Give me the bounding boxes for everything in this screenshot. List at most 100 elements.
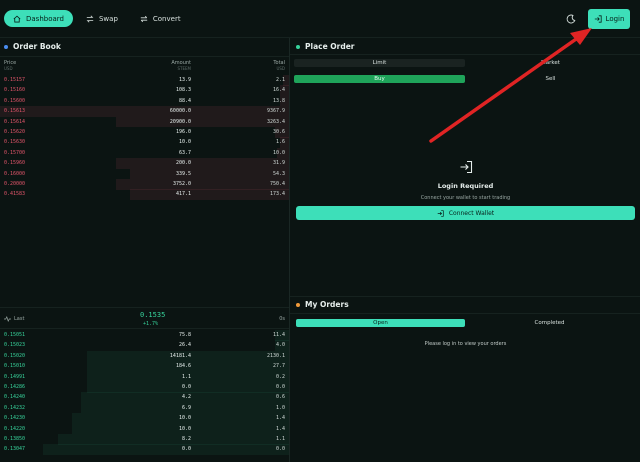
login-button[interactable]: Login	[588, 9, 630, 29]
ask-depth-bar	[115, 116, 289, 128]
ask-depth-bar	[0, 106, 289, 117]
bid-depth-bar	[57, 434, 289, 445]
bid-row[interactable]: 0.14240 4.2 0.6	[0, 392, 289, 403]
ask-row[interactable]: 0.41583 417.1 173.4	[0, 189, 289, 200]
bid-amount: 14181.4	[169, 352, 191, 359]
bid-row[interactable]: 0.14232 6.9 1.0	[0, 402, 289, 414]
bid-total: 4.0	[275, 342, 285, 349]
bid-amount: 0.0	[181, 384, 191, 390]
bid-total: 1.0	[275, 404, 285, 411]
ask-depth-bar	[130, 168, 289, 180]
ask-row[interactable]: 0.15600 88.4 13.8	[0, 95, 289, 107]
my-orders-divider	[290, 313, 640, 314]
ask-total: 10.0	[272, 149, 285, 156]
ask-row[interactable]: 0.15620 196.0 30.6	[0, 127, 289, 138]
bid-price: 0.15023	[4, 342, 26, 349]
order-type-tabs: Limit Market	[294, 59, 636, 67]
ask-total: 3263.4	[266, 118, 285, 125]
bid-total: 0.2	[275, 373, 285, 380]
nav-swap-button[interactable]: Swap	[77, 10, 127, 27]
tab-completed-orders[interactable]: Completed	[465, 319, 634, 327]
ask-row[interactable]: 0.15160 108.3 16.4	[0, 85, 289, 96]
bid-amount: 0.0	[181, 446, 191, 453]
ask-total: 2.1	[275, 77, 285, 83]
bid-total: 0.0	[275, 446, 285, 453]
bid-row[interactable]: 0.14286 0.0 0.0	[0, 382, 289, 393]
connect-wallet-button[interactable]: Connect Wallet	[296, 206, 635, 220]
bid-row[interactable]: 0.15051 75.8 11.4	[0, 330, 289, 341]
ask-amount: 417.1	[175, 191, 191, 198]
bid-price: 0.14220	[4, 425, 26, 432]
place-order-divider	[290, 54, 640, 55]
moon-icon[interactable]	[566, 14, 576, 24]
order-book-title: Order Book	[4, 42, 61, 51]
bid-price: 0.15010	[4, 363, 26, 370]
ask-price: 0.20000	[4, 181, 26, 187]
my-orders-title: My Orders	[296, 300, 349, 309]
bid-row[interactable]: 0.14991 1.1 0.2	[0, 371, 289, 383]
update-age: 0s	[279, 316, 285, 322]
bid-row[interactable]: 0.13850 8.2 1.1	[0, 434, 289, 445]
ask-amount: 200.0	[175, 160, 191, 167]
ask-row[interactable]: 0.15157 13.9 2.1	[0, 75, 289, 86]
ask-amount: 108.3	[175, 87, 191, 94]
ask-price: 0.15960	[4, 160, 26, 167]
bid-amount: 10.0	[178, 415, 191, 422]
tab-limit[interactable]: Limit	[294, 59, 465, 67]
panel-separator	[290, 296, 640, 297]
bid-price: 0.15020	[4, 352, 26, 359]
swap-icon	[86, 15, 94, 22]
ask-row[interactable]: 0.15960 200.0 31.9	[0, 158, 289, 169]
total-column-header: Total USD	[273, 60, 285, 71]
bid-price: 0.15051	[4, 332, 26, 338]
bid-amount: 1.1	[181, 373, 191, 380]
bid-row[interactable]: 0.14220 10.0 1.4	[0, 423, 289, 435]
tab-sell[interactable]: Sell	[465, 75, 636, 83]
ask-row[interactable]: 0.20000 3752.0 750.4	[0, 179, 289, 190]
price-column-header: Price USD	[4, 60, 17, 71]
order-book-title-text: Order Book	[13, 42, 61, 51]
login-required-panel: Login Required Connect your wallet to st…	[296, 160, 635, 201]
nav-convert-button[interactable]: Convert	[131, 10, 190, 27]
ask-row[interactable]: 0.16000 339.5 54.3	[0, 168, 289, 180]
ask-total: 750.4	[269, 181, 285, 187]
bid-price: 0.13850	[4, 436, 26, 442]
activity-icon	[4, 316, 11, 322]
side-tabs: Buy Sell	[294, 75, 636, 83]
bid-price: 0.14991	[4, 373, 26, 380]
bid-row[interactable]: 0.13047 0.0 0.0	[0, 444, 289, 455]
home-icon	[13, 15, 21, 22]
bid-total: 0.0	[275, 384, 285, 390]
my-orders-dot-icon	[296, 302, 300, 307]
bid-row[interactable]: 0.15020 14181.4 2130.1	[0, 350, 289, 362]
tab-open-orders[interactable]: Open	[296, 319, 465, 327]
bid-depth-bar	[43, 444, 289, 455]
nav-dashboard-button[interactable]: Dashboard	[4, 10, 73, 27]
ask-depth-bar	[130, 189, 289, 200]
login-icon	[437, 209, 444, 217]
ask-price: 0.15614	[4, 118, 26, 125]
ask-amount: 339.5	[175, 170, 191, 177]
bid-amount: 26.4	[178, 342, 191, 349]
bid-row[interactable]: 0.14230 10.0 1.4	[0, 413, 289, 424]
nav-swap-label: Swap	[98, 14, 118, 23]
tab-buy[interactable]: Buy	[294, 75, 465, 83]
bid-total: 27.7	[272, 363, 285, 370]
ask-row[interactable]: 0.15700 63.7 10.0	[0, 147, 289, 159]
bid-amount: 184.6	[175, 363, 191, 370]
bid-row[interactable]: 0.15023 26.4 4.0	[0, 340, 289, 351]
nav-dashboard-label: Dashboard	[26, 14, 64, 23]
ask-amount: 20900.0	[169, 118, 191, 125]
bid-amount: 6.9	[181, 404, 191, 411]
bid-row[interactable]: 0.15010 184.6 27.7	[0, 361, 289, 372]
bid-total: 0.6	[275, 394, 285, 401]
ask-row[interactable]: 0.15613 60000.0 9367.9	[0, 106, 289, 117]
tab-market[interactable]: Market	[465, 59, 636, 67]
bid-amount: 8.2	[181, 436, 191, 442]
bid-total: 1.4	[275, 425, 285, 432]
ask-amount: 63.7	[178, 149, 191, 156]
bid-amount: 75.8	[178, 332, 191, 338]
nav-convert-label: Convert	[152, 14, 181, 23]
ask-row[interactable]: 0.15630 10.0 1.6	[0, 137, 289, 148]
ask-row[interactable]: 0.15614 20900.0 3263.4	[0, 116, 289, 128]
